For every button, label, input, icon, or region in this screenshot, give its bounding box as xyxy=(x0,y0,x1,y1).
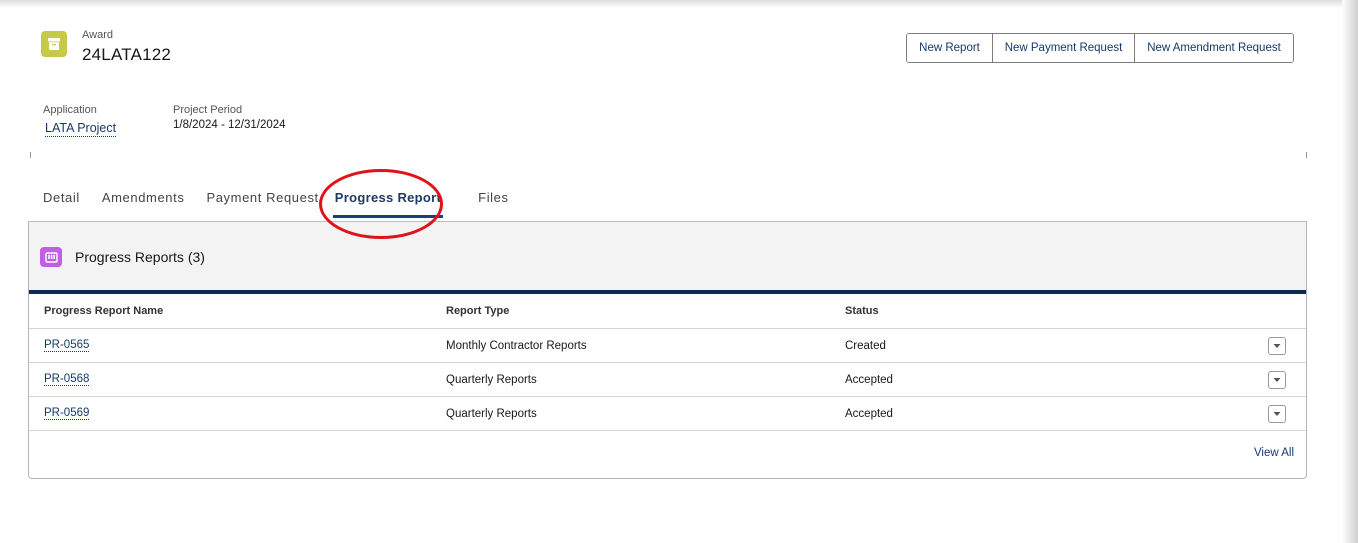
row-actions-button[interactable] xyxy=(1268,405,1286,423)
chevron-down-icon xyxy=(1273,344,1281,348)
column-header-report-type[interactable]: Report Type xyxy=(446,294,509,328)
tab-amendments[interactable]: Amendments xyxy=(102,190,185,220)
chevron-down-icon xyxy=(1273,378,1281,382)
right-edge-tick xyxy=(1306,152,1307,158)
left-edge-tick xyxy=(30,152,31,158)
report-type-cell: Monthly Contractor Reports xyxy=(446,339,587,352)
new-report-button[interactable]: New Report xyxy=(907,34,993,62)
top-shadow xyxy=(0,0,1358,8)
status-cell: Accepted xyxy=(845,407,893,420)
table-row: PR-0568 Quarterly Reports Accepted xyxy=(29,363,1306,397)
report-name-cell: PR-0565 xyxy=(44,329,90,362)
record-title: 24LATA122 xyxy=(82,45,172,64)
tab-detail[interactable]: Detail xyxy=(43,190,80,220)
status-cell: Accepted xyxy=(845,373,893,386)
archive-box-icon xyxy=(41,31,67,57)
application-field: LATA Project xyxy=(45,121,117,137)
row-actions-button[interactable] xyxy=(1268,337,1286,355)
table-row: PR-0565 Monthly Contractor Reports Creat… xyxy=(29,329,1306,363)
new-payment-request-button[interactable]: New Payment Request xyxy=(993,34,1135,62)
action-button-group: New Report New Payment Request New Amend… xyxy=(906,33,1294,63)
project-period-label: Project Period xyxy=(173,104,243,116)
report-type-cell: Quarterly Reports xyxy=(446,373,537,386)
report-name-link[interactable]: PR-0565 xyxy=(44,339,90,352)
new-amendment-request-button[interactable]: New Amendment Request xyxy=(1135,34,1293,62)
report-name-cell: PR-0568 xyxy=(44,363,90,396)
table-row: PR-0569 Quarterly Reports Accepted xyxy=(29,397,1306,431)
annotation-highlight-circle xyxy=(319,169,443,239)
progress-reports-table: Progress Report Name Report Type Status … xyxy=(29,294,1306,431)
record-type-label: Award xyxy=(82,29,113,41)
report-name-link[interactable]: PR-0569 xyxy=(44,407,90,420)
progress-report-icon xyxy=(40,247,62,267)
table-header-row: Progress Report Name Report Type Status xyxy=(29,294,1306,329)
view-all-link[interactable]: View All xyxy=(1254,447,1294,459)
progress-reports-card: Progress Reports (3) Progress Report Nam… xyxy=(28,222,1307,479)
report-name-link[interactable]: PR-0568 xyxy=(44,373,90,386)
project-period-value: 1/8/2024 - 12/31/2024 xyxy=(173,119,286,131)
tab-payment-request[interactable]: Payment Request xyxy=(206,190,318,220)
page-frame: Award 24LATA122 New Report New Payment R… xyxy=(0,0,1358,543)
card-header: Progress Reports (3) xyxy=(29,222,1306,290)
chevron-down-icon xyxy=(1273,412,1281,416)
column-header-status[interactable]: Status xyxy=(845,294,879,328)
row-actions-button[interactable] xyxy=(1268,371,1286,389)
tab-files[interactable]: Files xyxy=(478,190,508,220)
status-cell: Created xyxy=(845,339,886,352)
report-type-cell: Quarterly Reports xyxy=(446,407,537,420)
right-shadow xyxy=(1342,0,1358,543)
column-header-name[interactable]: Progress Report Name xyxy=(44,294,163,328)
card-title[interactable]: Progress Reports (3) xyxy=(75,249,205,265)
application-label: Application xyxy=(43,104,97,116)
report-name-cell: PR-0569 xyxy=(44,397,90,430)
application-link[interactable]: LATA Project xyxy=(45,121,117,137)
tab-bar: Detail Amendments Payment Request Progre… xyxy=(43,190,531,220)
